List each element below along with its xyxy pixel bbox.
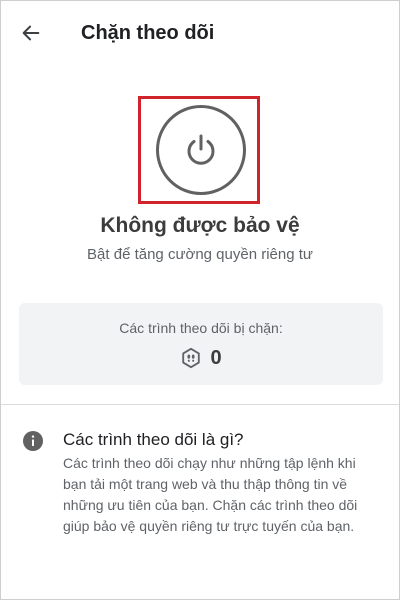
app-bar: Chặn theo dõi — [1, 1, 399, 65]
blocked-trackers-label: Các trình theo dõi bị chặn: — [119, 320, 283, 336]
back-button[interactable] — [15, 17, 47, 49]
info-title: Các trình theo dõi là gì? — [63, 430, 244, 449]
section-divider — [1, 404, 399, 405]
tracking-protection-screen: Chặn theo dõi Không được bảo vệ Bật để t… — [0, 0, 400, 600]
power-icon — [187, 134, 215, 165]
blocked-trackers-count-row: 0 — [19, 345, 383, 371]
blocked-trackers-card: Các trình theo dõi bị chặn: 0 — [19, 303, 383, 385]
protection-status-subtitle: Bật để tăng cường quyền riêng tư — [87, 246, 313, 263]
info-description: Các trình theo dõi chạy như những tập lệ… — [63, 455, 358, 534]
info-icon — [23, 431, 43, 451]
page-title: Chặn theo dõi — [81, 22, 215, 44]
footprints-shield-icon — [182, 347, 201, 369]
power-toggle-button[interactable] — [156, 105, 246, 195]
blocked-trackers-count: 0 — [210, 347, 222, 369]
protection-status-title: Không được bảo vệ — [100, 214, 300, 237]
arrow-left-icon — [22, 25, 40, 41]
